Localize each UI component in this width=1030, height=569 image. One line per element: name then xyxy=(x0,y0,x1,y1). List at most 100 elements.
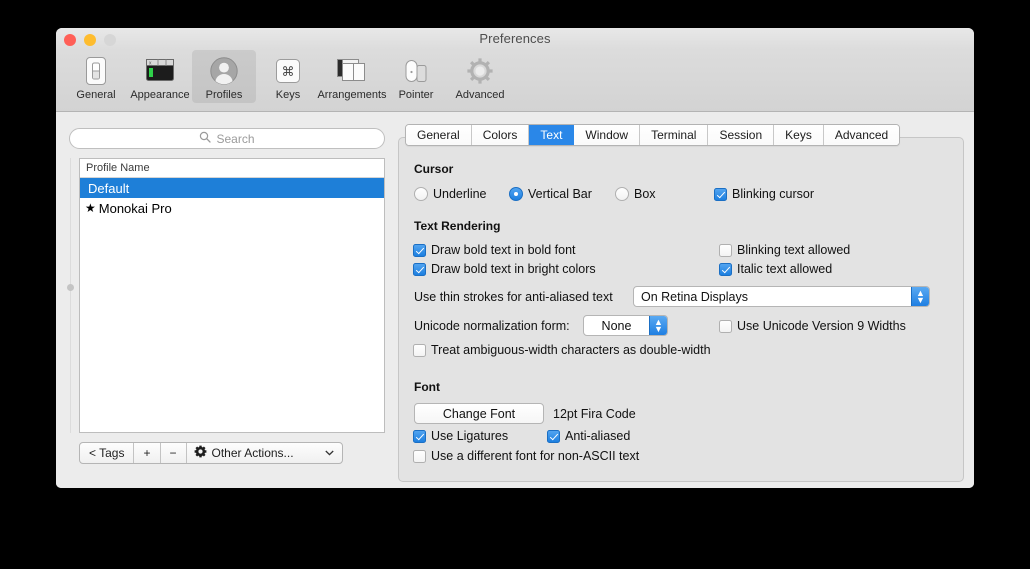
italic-text-allowed-label: Italic text allowed xyxy=(737,262,833,276)
unicode-normalization-label: Unicode normalization form: xyxy=(414,319,570,333)
checkbox-indicator xyxy=(719,319,732,333)
use-ligatures-checkbox[interactable]: Use Ligatures xyxy=(413,429,508,443)
change-font-button[interactable]: Change Font xyxy=(414,403,544,424)
appearance-icon: x xyxy=(144,55,176,87)
thin-strokes-label: Use thin strokes for anti-aliased text xyxy=(414,290,613,304)
profile-list[interactable]: Profile Name Default ★ Monokai Pro xyxy=(79,158,385,433)
checkbox-indicator xyxy=(413,343,426,357)
tab-colors[interactable]: Colors xyxy=(471,125,530,145)
toolbar-item-advanced[interactable]: Advanced xyxy=(448,50,512,103)
italic-text-allowed-checkbox[interactable]: Italic text allowed xyxy=(719,262,832,276)
advanced-icon xyxy=(464,55,496,87)
toolbar-item-general[interactable]: General xyxy=(64,50,128,103)
sidebar-splitter[interactable] xyxy=(70,158,71,433)
remove-profile-button[interactable]: − xyxy=(161,443,187,463)
anti-aliased-checkbox[interactable]: Anti-aliased xyxy=(547,429,630,443)
preferences-window: Preferences General x Appearance Profile… xyxy=(56,28,974,488)
search-icon xyxy=(199,130,212,148)
non-ascii-font-checkbox[interactable]: Use a different font for non-ASCII text xyxy=(413,449,639,463)
draw-bold-text-in-bold-font-checkbox[interactable]: Draw bold text in bold font xyxy=(413,243,576,257)
thin-strokes-select[interactable]: On Retina Displays ▲ ▼ xyxy=(633,286,930,307)
chevron-down-icon xyxy=(324,448,334,458)
ambiguous-width-checkbox[interactable]: Treat ambiguous-width characters as doub… xyxy=(413,343,711,357)
toolbar-item-pointer-label: Pointer xyxy=(398,89,434,101)
stepper-arrows-icon[interactable]: ▲ ▼ xyxy=(911,287,929,306)
draw-bold-text-in-bright-colors-checkbox[interactable]: Draw bold text in bright colors xyxy=(413,262,596,276)
checkbox-indicator xyxy=(719,243,732,257)
other-actions-button[interactable]: Other Actions... xyxy=(187,443,342,463)
cursor-radio-underline[interactable]: Underline xyxy=(414,187,487,201)
tab-window[interactable]: Window xyxy=(574,125,641,145)
preferences-toolbar: General x Appearance Profiles ⌘ Keys Arr… xyxy=(56,50,974,112)
toolbar-item-appearance[interactable]: x Appearance xyxy=(128,50,192,103)
text-rendering-section-title: Text Rendering xyxy=(414,219,501,233)
checkbox-indicator xyxy=(719,262,732,276)
blinking-text-allowed-checkbox[interactable]: Blinking text allowed xyxy=(719,243,850,257)
unicode-normalization-select[interactable]: None ▲ ▼ xyxy=(583,315,668,336)
toolbar-item-keys[interactable]: ⌘ Keys xyxy=(256,50,320,103)
favorite-star-icon: ★ xyxy=(85,201,96,215)
toolbar-item-profiles-label: Profiles xyxy=(205,89,243,101)
radio-indicator xyxy=(414,187,428,201)
stepper-arrows-icon[interactable]: ▲ ▼ xyxy=(649,316,667,335)
ambiguous-width-label: Treat ambiguous-width characters as doub… xyxy=(431,343,711,357)
unicode-version-9-widths-checkbox[interactable]: Use Unicode Version 9 Widths xyxy=(719,319,906,333)
profile-detail-pane: Cursor Underline Vertical Bar Box Blinki… xyxy=(397,112,974,488)
toolbar-item-profiles[interactable]: Profiles xyxy=(192,50,256,103)
search-input[interactable]: Search xyxy=(69,128,385,149)
checkbox-indicator xyxy=(413,262,426,276)
tab-text[interactable]: Text xyxy=(529,125,575,145)
cursor-radio-vertical-bar[interactable]: Vertical Bar xyxy=(509,187,592,201)
titlebar[interactable]: Preferences xyxy=(56,28,974,50)
pointer-icon xyxy=(400,55,432,87)
tab-general[interactable]: General xyxy=(406,125,472,145)
cursor-radio-box[interactable]: Box xyxy=(615,187,656,201)
toolbar-item-pointer[interactable]: Pointer xyxy=(384,50,448,103)
non-ascii-font-label: Use a different font for non-ASCII text xyxy=(431,449,640,463)
toolbar-item-keys-label: Keys xyxy=(275,89,301,101)
profile-list-header: Profile Name xyxy=(80,159,384,178)
profiles-icon xyxy=(208,55,240,87)
other-actions-label: Other Actions... xyxy=(211,446,294,460)
profile-name: Default xyxy=(88,180,130,196)
cursor-radio-underline-label: Underline xyxy=(433,187,487,201)
text-settings-panel: Cursor Underline Vertical Bar Box Blinki… xyxy=(398,137,964,482)
profile-actions-bar: < Tags + − Other Actions... xyxy=(79,442,343,464)
current-font-value: 12pt Fira Code xyxy=(553,407,636,421)
checkbox-indicator xyxy=(413,449,426,463)
radio-indicator xyxy=(509,187,523,201)
toolbar-item-arrangements[interactable]: Arrangements xyxy=(317,50,387,103)
general-icon xyxy=(80,55,112,87)
toolbar-item-appearance-label: Appearance xyxy=(130,89,190,101)
window-title: Preferences xyxy=(479,31,551,46)
cursor-section-title: Cursor xyxy=(414,162,454,176)
tab-session[interactable]: Session xyxy=(708,125,775,145)
table-row[interactable]: ★ Monokai Pro xyxy=(80,198,384,218)
font-section-title: Font xyxy=(414,380,440,394)
svg-text:⌘: ⌘ xyxy=(282,64,295,79)
toolbar-item-arrangements-label: Arrangements xyxy=(317,89,387,101)
keys-icon: ⌘ xyxy=(272,55,304,87)
tab-advanced[interactable]: Advanced xyxy=(823,125,900,145)
toolbar-item-general-label: General xyxy=(76,89,116,101)
blinking-cursor-label: Blinking cursor xyxy=(732,187,814,201)
profiles-sidebar: Search Profile Name Default ★ Monokai Pr… xyxy=(56,112,397,488)
tab-terminal[interactable]: Terminal xyxy=(640,125,709,145)
blinking-cursor-checkbox[interactable]: Blinking cursor xyxy=(714,187,814,201)
splitter-handle[interactable] xyxy=(67,284,74,291)
add-profile-button[interactable]: + xyxy=(134,443,161,463)
table-row[interactable]: Default xyxy=(80,178,384,198)
gear-icon xyxy=(194,445,207,461)
unicode-version-9-widths-label: Use Unicode Version 9 Widths xyxy=(737,319,906,333)
toolbar-item-advanced-label: Advanced xyxy=(455,89,505,101)
arrangements-icon xyxy=(336,55,368,87)
unicode-normalization-value: None xyxy=(601,318,632,333)
checkbox-indicator xyxy=(547,429,560,443)
tab-keys[interactable]: Keys xyxy=(774,125,824,145)
checkbox-indicator xyxy=(413,243,426,257)
tags-button[interactable]: < Tags xyxy=(80,443,135,463)
anti-aliased-label: Anti-aliased xyxy=(565,429,631,443)
blinking-text-allowed-label: Blinking text allowed xyxy=(737,243,851,257)
cursor-radio-vertical-bar-label: Vertical Bar xyxy=(528,187,592,201)
use-ligatures-label: Use Ligatures xyxy=(431,429,509,443)
